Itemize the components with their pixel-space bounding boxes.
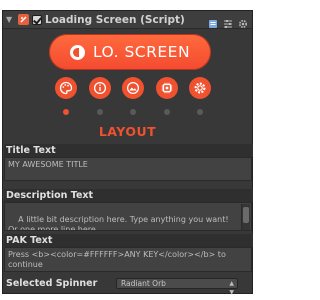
- tab-icon-row: [53, 77, 213, 99]
- component-header[interactable]: ▼ Loading Screen (Script): [3, 11, 252, 29]
- tab-dot[interactable]: [197, 109, 203, 115]
- tab-loading-screen-label: LO. SCREEN: [92, 43, 191, 61]
- tab-loading-screen[interactable]: LO. SCREEN: [49, 34, 211, 70]
- spinner-dropdown-value: Radiant Orb: [121, 279, 166, 288]
- title-text-field[interactable]: MY AWESOME TITLE: [4, 157, 252, 181]
- tab-dot[interactable]: [63, 109, 69, 115]
- info-icon[interactable]: [89, 77, 111, 99]
- tab-dot[interactable]: [164, 109, 170, 115]
- preset-sliders-icon[interactable]: [223, 14, 233, 28]
- selected-spinner-label: Selected Spinner: [6, 278, 98, 289]
- tab-indicator-dots: [53, 109, 213, 115]
- description-text-label: Description Text: [4, 189, 253, 202]
- scrollbar-thumb[interactable]: [243, 207, 249, 223]
- tab-dot[interactable]: [97, 109, 103, 115]
- help-book-icon[interactable]: [208, 14, 218, 28]
- component-title: Loading Screen (Script): [45, 13, 185, 26]
- spinner-dropdown[interactable]: Radiant Orb ▲ ▼: [116, 278, 238, 296]
- palette-icon[interactable]: [55, 77, 77, 99]
- chip-icon[interactable]: [156, 77, 178, 99]
- description-text-field[interactable]: A little bit description here. Type anyt…: [4, 202, 252, 231]
- gear-icon[interactable]: [189, 77, 211, 99]
- loading-screen-inspector: ▼ Loading Screen (Script) LO. SCREEN LAY…: [2, 10, 253, 296]
- title-text-label: Title Text: [4, 144, 253, 157]
- dropdown-arrows-icon: ▲ ▼: [229, 280, 234, 296]
- image-icon[interactable]: [122, 77, 144, 99]
- description-scrollbar[interactable]: [241, 204, 250, 230]
- settings-gear-icon[interactable]: [238, 14, 248, 29]
- tab-dot[interactable]: [130, 109, 136, 115]
- foldout-arrow-icon[interactable]: ▼: [6, 15, 18, 24]
- enabled-checkbox[interactable]: [32, 14, 42, 25]
- component-script-icon: [18, 14, 29, 25]
- description-text-value: A little bit description here. Type anyt…: [8, 215, 229, 231]
- section-title: LAYOUT: [98, 124, 157, 139]
- pak-text-field[interactable]: Press <b><color=#FFFFFF>ANY KEY</color><…: [4, 247, 252, 272]
- selected-spinner-row: Selected Spinner Radiant Orb ▲ ▼: [4, 277, 252, 296]
- pak-text-label: PAK Text: [4, 234, 253, 247]
- loading-screen-icon: [69, 44, 85, 60]
